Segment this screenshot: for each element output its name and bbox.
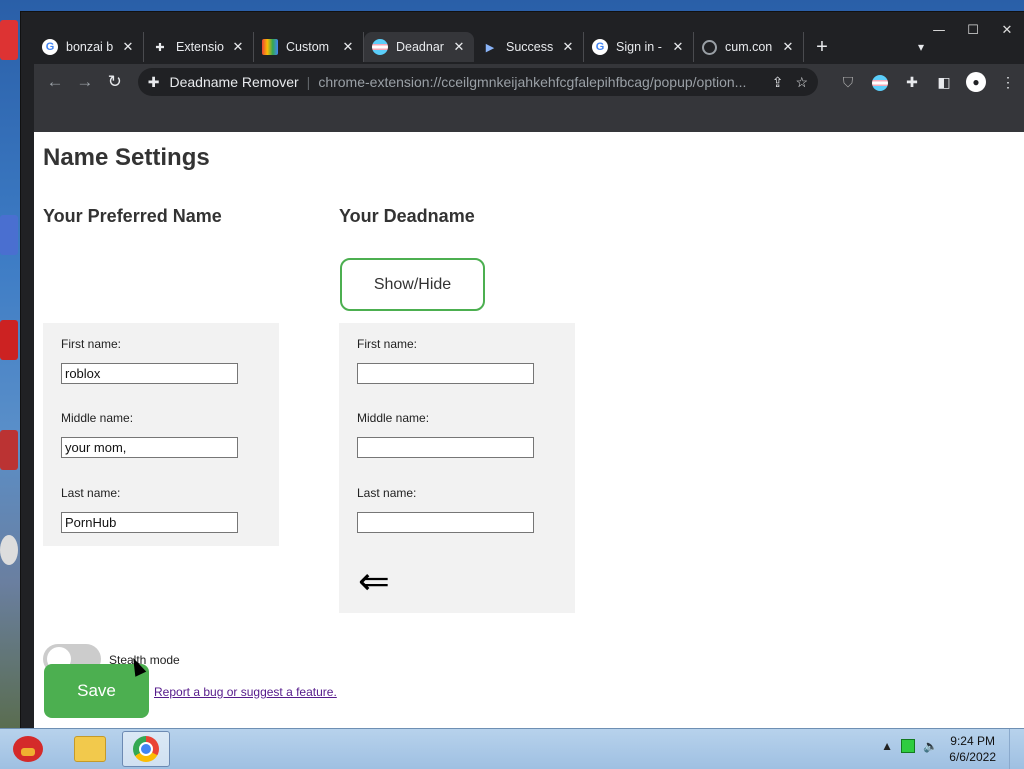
- divider: |: [306, 74, 311, 90]
- puzzle-icon: ✚: [155, 41, 165, 54]
- desktop-icon[interactable]: [0, 215, 18, 255]
- show-hidden-icons-icon[interactable]: ▲: [881, 739, 893, 753]
- clock[interactable]: 9:24 PM 6/6/2022: [949, 733, 996, 765]
- tab-6[interactable]: cum.con ✕: [694, 32, 804, 62]
- new-tab-button[interactable]: +: [804, 32, 840, 64]
- tab-title: Success: [506, 40, 554, 54]
- tab-title: Sign in -: [616, 40, 662, 54]
- browser-toolbar: ← → ↻ ✚ Deadname Remover | chrome-extens…: [34, 64, 1024, 100]
- trans-flag-icon: [372, 39, 388, 55]
- deadname-first-name-input[interactable]: [357, 363, 534, 384]
- star-icon[interactable]: ☆: [795, 74, 808, 91]
- url-text[interactable]: chrome-extension://cceilgmnkeijahkehfcgf…: [318, 74, 759, 90]
- close-icon[interactable]: ✕: [671, 39, 685, 55]
- desktop-icon[interactable]: [0, 320, 18, 360]
- show-hide-button[interactable]: Show/Hide: [340, 258, 485, 311]
- puzzle-icon[interactable]: ✚: [896, 74, 928, 91]
- profile-icon[interactable]: ●: [960, 72, 992, 92]
- chrome-icon[interactable]: [122, 731, 170, 767]
- bookmark-bar: [34, 100, 1024, 132]
- preferred-last-name-input[interactable]: [61, 512, 238, 533]
- close-icon[interactable]: ✕: [341, 39, 355, 55]
- tab-title: Custom: [286, 40, 330, 54]
- deadname-middle-name-input[interactable]: [357, 437, 534, 458]
- close-icon[interactable]: ✕: [121, 39, 135, 55]
- google-icon: G: [592, 39, 608, 55]
- tab-strip: G bonzai b ✕ ✚ Extensio ✕ Custom ✕ Deadn…: [34, 30, 1024, 64]
- desktop-icon[interactable]: [0, 430, 18, 470]
- back-icon[interactable]: ←: [40, 72, 70, 92]
- close-icon[interactable]: ✕: [452, 39, 466, 55]
- deadname-heading: Your Deadname: [339, 206, 475, 226]
- clock-date: 6/6/2022: [949, 750, 996, 764]
- report-bug-link[interactable]: Report a bug or suggest a feature.: [154, 685, 337, 699]
- desktop-icon[interactable]: [0, 535, 18, 565]
- first-name-label: First name:: [61, 337, 122, 351]
- tab-0[interactable]: G bonzai b ✕: [34, 32, 144, 62]
- deadname-last-name-input[interactable]: [357, 512, 534, 533]
- tab-title: bonzai b: [66, 40, 114, 54]
- forward-icon[interactable]: →: [70, 72, 100, 92]
- system-tray: ▲ 🔈: [881, 739, 938, 753]
- tab-5[interactable]: G Sign in - ✕: [584, 32, 694, 62]
- left-arrow-icon: ⇐: [358, 559, 390, 603]
- network-icon[interactable]: [901, 739, 916, 753]
- clock-time: 9:24 PM: [950, 734, 995, 748]
- desktop-icon[interactable]: [0, 20, 18, 60]
- tab-2[interactable]: Custom ✕: [254, 32, 364, 62]
- close-icon[interactable]: ✕: [231, 39, 245, 55]
- first-name-label: First name:: [357, 337, 418, 351]
- extension-options-page: Name Settings Your Preferred Name Your D…: [34, 132, 1024, 728]
- share-icon[interactable]: ⇪: [772, 74, 784, 91]
- volume-icon[interactable]: 🔈: [923, 739, 938, 753]
- tab-search-icon[interactable]: ▾: [918, 32, 924, 62]
- angry-birds-icon[interactable]: [4, 731, 52, 767]
- close-icon[interactable]: ✕: [781, 39, 795, 55]
- file-explorer-icon[interactable]: [66, 731, 114, 767]
- address-bar[interactable]: ✚ Deadname Remover | chrome-extension://…: [137, 68, 818, 96]
- preferred-name-panel: First name: Middle name: Last name:: [43, 323, 279, 546]
- store-icon: [262, 39, 278, 55]
- tab-1[interactable]: ✚ Extensio ✕: [144, 32, 254, 62]
- reload-icon[interactable]: ↻: [100, 72, 130, 92]
- side-panel-icon[interactable]: ◧: [928, 74, 960, 91]
- globe-icon: [702, 39, 717, 55]
- show-desktop-button[interactable]: [1009, 729, 1024, 769]
- taskbar: ▲ 🔈 9:24 PM 6/6/2022: [0, 728, 1024, 769]
- tab-title: Extensio: [176, 40, 224, 54]
- middle-name-label: Middle name:: [357, 411, 430, 425]
- last-name-label: Last name:: [357, 486, 417, 500]
- last-name-label: Last name:: [61, 486, 121, 500]
- menu-icon[interactable]: ⋮: [992, 74, 1024, 91]
- ublock-icon[interactable]: ⛉: [832, 74, 864, 91]
- extension-bar: ⛉ ✚ ◧ ● ⋮: [832, 72, 1024, 92]
- tab-title: Deadnar: [396, 40, 444, 54]
- tab-4[interactable]: ▶ Success ✕: [474, 32, 584, 62]
- play-icon: ▶: [485, 41, 495, 54]
- middle-name-label: Middle name:: [61, 411, 134, 425]
- preferred-heading: Your Preferred Name: [43, 206, 222, 226]
- preferred-first-name-input[interactable]: [61, 363, 238, 384]
- page-title: Name Settings: [43, 144, 210, 171]
- puzzle-icon: ✚: [147, 73, 160, 90]
- tab-title: cum.con: [725, 40, 773, 54]
- preferred-middle-name-input[interactable]: [61, 437, 238, 458]
- trans-flag-icon[interactable]: [864, 73, 896, 91]
- close-icon[interactable]: ✕: [561, 39, 575, 55]
- tab-3[interactable]: Deadnar ✕: [364, 32, 474, 62]
- site-name: Deadname Remover: [169, 74, 299, 90]
- browser-window: — ☐ ✕ G bonzai b ✕ ✚ Extensio ✕ Custom ✕…: [21, 12, 1024, 728]
- google-icon: G: [42, 39, 58, 55]
